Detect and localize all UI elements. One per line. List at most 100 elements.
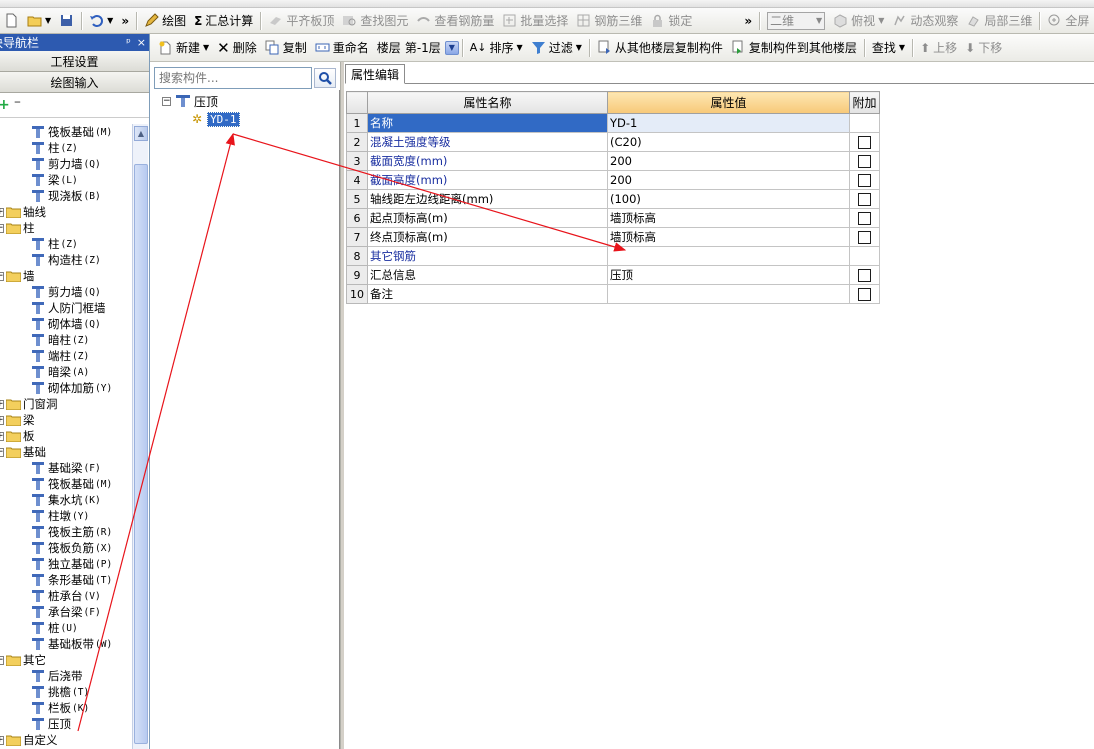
nav-folder-20[interactable]: − 基础 xyxy=(0,444,132,460)
nav-folder-5[interactable]: + 轴线 xyxy=(0,204,132,220)
property-name-cell[interactable]: 起点顶标高(m) xyxy=(367,208,608,228)
nav-folder-9[interactable]: −墙 xyxy=(0,268,132,284)
property-row[interactable]: 9 汇总信息 压顶 xyxy=(346,265,880,285)
attach-cell[interactable] xyxy=(849,189,880,209)
attach-checkbox[interactable] xyxy=(858,193,871,206)
batch-select-button[interactable]: 批量选择 xyxy=(498,10,572,32)
property-row[interactable]: 8 其它钢筋 xyxy=(346,246,880,266)
nav-scrollbar[interactable]: ▲ xyxy=(132,124,148,749)
flush-slab-top-button[interactable]: 平齐板顶 xyxy=(264,10,338,32)
nav-leaf-0[interactable]: 筏板基础 (M) xyxy=(0,124,132,140)
property-name-cell[interactable]: 截面高度(mm) xyxy=(367,170,608,190)
nav-leaf-1[interactable]: 柱 (Z) xyxy=(0,140,132,156)
close-icon[interactable]: × xyxy=(137,36,146,49)
nav-leaf-30[interactable]: 承台梁 (F) xyxy=(0,604,132,620)
nav-leaf-7[interactable]: 柱 (Z) xyxy=(0,236,132,252)
property-value-cell[interactable] xyxy=(607,284,850,304)
nav-leaf-12[interactable]: 砌体墙 (Q) xyxy=(0,316,132,332)
undo-button[interactable]: ▼ xyxy=(85,10,117,32)
drawing-input-button[interactable]: 绘图输入 xyxy=(0,72,149,93)
move-down-button[interactable]: ⬇ 下移 xyxy=(961,37,1006,59)
fullscreen-button[interactable]: 全屏 xyxy=(1043,10,1093,32)
copy-from-other-floor-button[interactable]: 从其他楼层复制构件 xyxy=(593,37,727,59)
rebar-3d-button[interactable]: 钢筋三维 xyxy=(572,10,646,32)
attach-cell[interactable] xyxy=(849,227,880,247)
nav-leaf-34[interactable]: 后浇带 xyxy=(0,668,132,684)
nav-leaf-32[interactable]: 基础板带 (W) xyxy=(0,636,132,652)
nav-leaf-31[interactable]: 桩 (U) xyxy=(0,620,132,636)
property-name-cell[interactable]: 其它钢筋 xyxy=(367,246,608,266)
nav-leaf-16[interactable]: 砌体加筋 (Y) xyxy=(0,380,132,396)
property-row[interactable]: 4 截面高度(mm) 200 xyxy=(346,170,880,190)
sort-button[interactable]: A↓ 排序 ▼ xyxy=(466,37,527,59)
lock-button[interactable]: 锁定 xyxy=(646,10,696,32)
expand-icon[interactable]: + xyxy=(0,431,4,441)
property-value-cell[interactable]: (100) xyxy=(607,189,850,209)
property-name-cell[interactable]: 轴线距左边线距离(mm) xyxy=(367,189,608,209)
nav-leaf-24[interactable]: 柱墩 (Y) xyxy=(0,508,132,524)
find-button[interactable]: 查找 ▼ xyxy=(868,37,909,59)
property-value-cell[interactable]: 墙顶标高 xyxy=(607,227,850,247)
search-input[interactable] xyxy=(154,67,312,89)
property-value-cell[interactable]: 墙顶标高 xyxy=(607,208,850,228)
expand-all-icon[interactable]: + xyxy=(0,97,10,113)
nav-leaf-37[interactable]: 压顶 xyxy=(0,716,132,732)
property-row[interactable]: 2 混凝土强度等级 (C20) xyxy=(346,132,880,152)
floor-select[interactable]: 第-1层 ▼ xyxy=(405,38,459,58)
attach-checkbox[interactable] xyxy=(858,231,871,244)
summary-calc-button[interactable]: Σ 汇总计算 xyxy=(190,10,257,32)
nav-folder-38[interactable]: + 自定义 xyxy=(0,732,132,748)
property-row[interactable]: 1 名称 YD-1 xyxy=(346,113,880,133)
draw-button[interactable]: 绘图 xyxy=(140,10,190,32)
new-component-button[interactable]: 新建 ▼ xyxy=(154,37,213,59)
expand-icon[interactable]: + xyxy=(0,735,4,745)
attach-checkbox[interactable] xyxy=(858,269,871,282)
collapse-icon[interactable]: − xyxy=(162,96,171,106)
nav-folder-18[interactable]: +梁 xyxy=(0,412,132,428)
overflow-chevron[interactable]: » xyxy=(117,10,133,32)
attach-cell[interactable] xyxy=(849,151,880,171)
property-row[interactable]: 10 备注 xyxy=(346,284,880,304)
property-row[interactable]: 7 终点顶标高(m) 墙顶标高 xyxy=(346,227,880,247)
chevron-down-icon[interactable]: ▼ xyxy=(444,40,459,55)
property-value-cell[interactable]: (C20) xyxy=(607,132,850,152)
attach-cell[interactable] xyxy=(849,170,880,190)
attach-cell[interactable] xyxy=(849,284,880,304)
attach-checkbox[interactable] xyxy=(858,212,871,225)
expand-icon[interactable]: + xyxy=(0,207,4,217)
property-row[interactable]: 6 起点顶标高(m) 墙顶标高 xyxy=(346,208,880,228)
nav-leaf-36[interactable]: 栏板 (K) xyxy=(0,700,132,716)
move-up-button[interactable]: ⬆ 上移 xyxy=(916,37,961,59)
expand-icon[interactable]: + xyxy=(0,415,4,425)
scroll-up-icon[interactable]: ▲ xyxy=(134,126,148,141)
property-value-cell[interactable]: 200 xyxy=(607,151,850,171)
nav-leaf-3[interactable]: 梁 (L) xyxy=(0,172,132,188)
nav-leaf-23[interactable]: 集水坑 (K) xyxy=(0,492,132,508)
nav-leaf-27[interactable]: 独立基础 (P) xyxy=(0,556,132,572)
property-name-cell[interactable]: 终点顶标高(m) xyxy=(367,227,608,247)
collapse-icon[interactable]: − xyxy=(0,447,4,457)
nav-leaf-4[interactable]: 现浇板 (B) xyxy=(0,188,132,204)
copy-button[interactable]: 复制 xyxy=(261,37,311,59)
attach-cell[interactable] xyxy=(849,132,880,152)
property-name-cell[interactable]: 名称 xyxy=(367,113,608,133)
property-name-cell[interactable]: 备注 xyxy=(367,284,608,304)
collapse-icon[interactable]: − xyxy=(0,271,4,281)
property-row[interactable]: 3 截面宽度(mm) 200 xyxy=(346,151,880,171)
attach-checkbox[interactable] xyxy=(858,288,871,301)
property-value-cell[interactable]: YD-1 xyxy=(607,113,850,133)
nav-leaf-14[interactable]: 端柱 (Z) xyxy=(0,348,132,364)
search-button[interactable] xyxy=(314,68,336,88)
copy-to-other-floor-button[interactable]: 复制构件到其他楼层 xyxy=(727,37,861,59)
view-rebar-qty-button[interactable]: 查看钢筋量 xyxy=(412,10,498,32)
find-element-button[interactable]: 查找图元 xyxy=(338,10,412,32)
nav-folder-19[interactable]: +板 xyxy=(0,428,132,444)
nav-leaf-11[interactable]: 人防门框墙 xyxy=(0,300,132,316)
pin-icon[interactable]: ᵖ xyxy=(126,36,131,49)
new-file-button[interactable] xyxy=(0,10,23,32)
nav-leaf-35[interactable]: 挑檐 (T) xyxy=(0,684,132,700)
attach-cell[interactable] xyxy=(849,265,880,285)
project-settings-button[interactable]: 工程设置 xyxy=(0,51,149,72)
nav-leaf-29[interactable]: 桩承台 (V) xyxy=(0,588,132,604)
nav-leaf-15[interactable]: 暗梁 (A) xyxy=(0,364,132,380)
